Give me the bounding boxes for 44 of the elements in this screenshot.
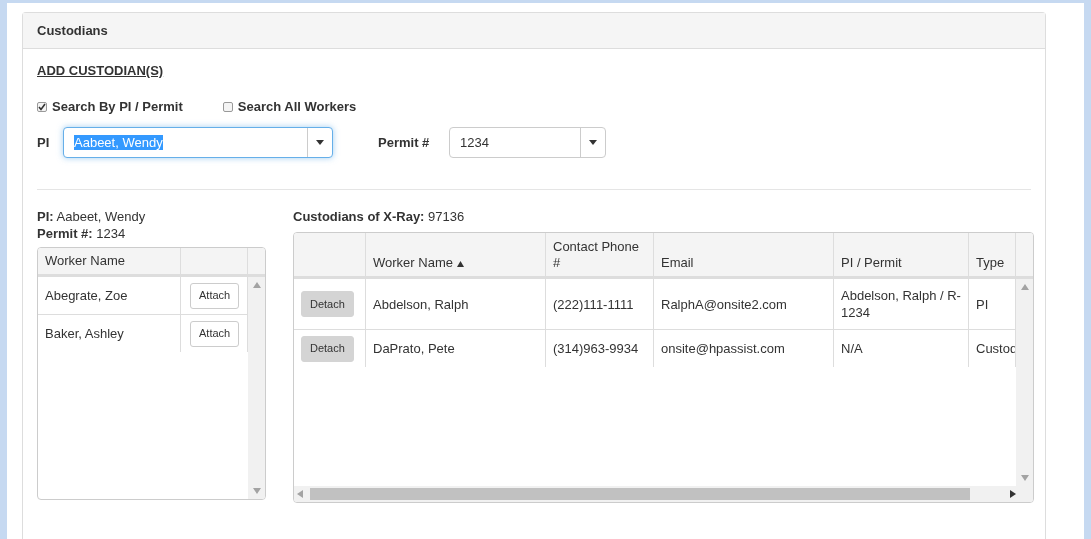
scroll-down-icon[interactable]: [1020, 475, 1029, 481]
table-cell: N/A: [834, 330, 969, 367]
detach-button[interactable]: Detach: [301, 335, 354, 362]
checkbox[interactable]: [37, 101, 47, 112]
column-header: Worker Name: [38, 248, 181, 274]
scroll-up-icon[interactable]: [252, 282, 261, 288]
permit-label: Permit #: [378, 135, 431, 150]
table-cell: DaPrato, Pete: [366, 330, 546, 367]
table-cell: (314)963-9934: [546, 330, 654, 367]
add-custodians-link[interactable]: ADD CUSTODIAN(S): [37, 63, 164, 78]
caret-icon: [589, 140, 597, 145]
vertical-scrollbar[interactable]: [1016, 279, 1033, 486]
detach-button[interactable]: Detach: [301, 291, 354, 317]
attach-button[interactable]: Attach: [190, 320, 240, 347]
column-header[interactable]: Type: [969, 233, 1016, 276]
table-cell: RalphA@onsite2.com: [654, 279, 834, 329]
scroll-left-icon[interactable]: [297, 490, 303, 498]
table-cell: Abdelson, Ralph / R-1234: [834, 279, 969, 329]
caret-icon: [316, 140, 324, 145]
permit-summary: Permit #: 1234: [37, 225, 127, 242]
pi-label: PI: [37, 135, 51, 150]
checkbox[interactable]: [222, 101, 233, 112]
select-field[interactable]: 1234: [449, 127, 606, 158]
column-header[interactable]: Contact Phone #: [546, 233, 654, 276]
scroll-right-icon[interactable]: [1010, 490, 1016, 498]
column-header[interactable]: Worker Name: [366, 233, 546, 276]
pi-summary: PI: Aabeet, Wendy: [37, 208, 147, 225]
sort-icon: [456, 261, 464, 267]
checkbox-label: Search By PI / Permit: [52, 99, 183, 114]
checkbox-label: Search All Workers: [237, 99, 357, 114]
column-header[interactable]: Email: [654, 233, 834, 276]
table-cell: Abdelson, Ralph: [366, 279, 546, 329]
scroll-up-icon[interactable]: [1020, 284, 1029, 290]
custodians-heading: Custodians of X-Ray: 97136: [293, 208, 466, 225]
panel-title: Custodians: [23, 13, 1045, 49]
table-cell: Baker, Ashley: [38, 315, 181, 352]
column-header[interactable]: PI / Permit: [834, 233, 969, 276]
table-cell: (222)111-1111: [546, 279, 654, 329]
scroll-down-icon[interactable]: [252, 488, 261, 494]
horizontal-scrollbar[interactable]: [294, 486, 1033, 502]
vertical-scrollbar[interactable]: [248, 277, 265, 499]
attach-button[interactable]: Attach: [190, 282, 240, 309]
table-cell: onsite@hpassist.com: [654, 330, 834, 367]
table-cell: Abegrate, Zoe: [38, 277, 181, 314]
